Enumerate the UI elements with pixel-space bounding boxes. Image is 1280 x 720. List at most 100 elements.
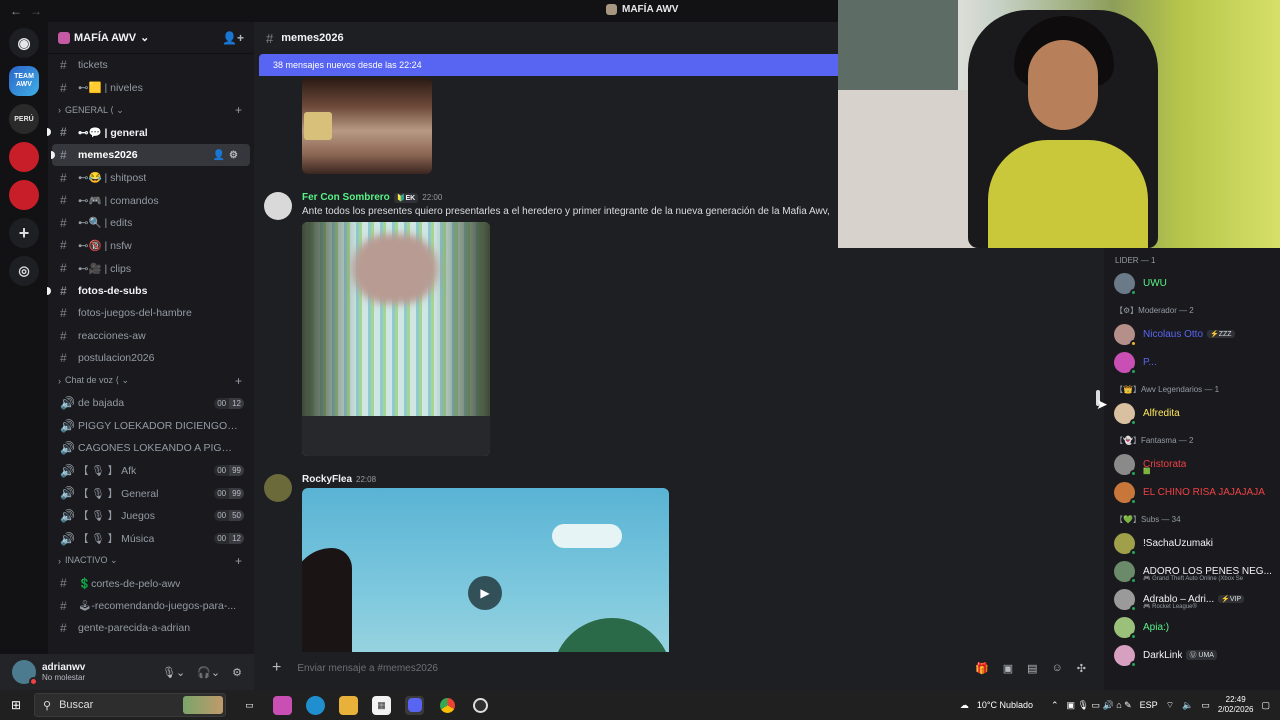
attachment-image[interactable] — [302, 78, 432, 174]
file-explorer-icon[interactable] — [339, 695, 358, 715]
channel-category[interactable]: › INACTIVO ⌄ + — [48, 550, 254, 572]
author-tag: 🔰EK — [393, 192, 419, 203]
voice-channel[interactable]: 🔊 【 🎙 】 Afk 00 99 — [48, 460, 254, 483]
server-header[interactable]: MAFÍA AWV ⌄ 👤+ — [48, 22, 254, 54]
text-channel[interactable]: # gente-parecida-a-adrian — [48, 617, 254, 640]
microphone-icon[interactable]: 🎙⌄ — [162, 666, 185, 679]
explore-icon[interactable]: ◎ — [9, 256, 39, 286]
edge-icon[interactable] — [306, 695, 325, 715]
voice-channel[interactable]: 🔊 【 🎙 】 Juegos 00 50 — [48, 505, 254, 528]
copilot-icon[interactable] — [273, 695, 292, 715]
text-channel[interactable]: # fotos-de-subs — [47, 279, 254, 302]
tray-chevron-icon[interactable]: ⌃ — [1051, 700, 1059, 711]
text-channel[interactable]: # ⊷🎮 | comandos — [48, 189, 254, 212]
discord-taskbar-icon[interactable] — [405, 695, 424, 715]
voice-channel[interactable]: 🔊 PIGGY LOEKADOR DICIENGO G... — [48, 414, 254, 437]
member-item[interactable]: ADORO LOS PENES NEG... 🎮 Grand Theft Auto… — [1104, 557, 1280, 585]
new-messages-bar[interactable]: 38 mensajes nuevos desde las 22:24 — [259, 54, 859, 76]
hash-icon: # — [60, 621, 67, 636]
text-channel[interactable]: # ⊷😂 | shitpost — [48, 166, 254, 189]
apps-icon[interactable]: ✣ — [1077, 662, 1086, 675]
user-info[interactable]: adrianwv No molestar — [42, 662, 85, 682]
channel-category[interactable]: › Chat de voz ⟨ ⌄ + — [48, 370, 254, 392]
member-item[interactable]: UWU — [1104, 269, 1280, 297]
emoji-icon[interactable]: ☺ — [1052, 662, 1063, 675]
member-item[interactable]: Cristorata 🟩 — [1104, 450, 1280, 478]
add-channel-icon[interactable]: + — [235, 554, 242, 568]
server-red-1[interactable] — [9, 142, 39, 172]
server-team-awv[interactable]: TEAM AWV — [9, 66, 39, 96]
member-item[interactable]: !SachaUzumaki — [1104, 529, 1280, 557]
video-attachment[interactable]: ▶ — [302, 488, 669, 668]
server-red-2[interactable] — [9, 180, 39, 210]
notification-icon[interactable]: ▢ — [1261, 700, 1270, 711]
text-channel[interactable]: # tickets — [48, 54, 254, 77]
member-item[interactable]: Adrablo – Adri... ⚡VIP 🎮 Rocket League® — [1104, 585, 1280, 613]
task-view-icon[interactable]: ▭ — [240, 696, 259, 715]
member-item[interactable]: DarkLink Ⓤ UMA — [1104, 641, 1280, 669]
voice-channel[interactable]: 🔊 de bajada 00 12 — [48, 392, 254, 415]
weather-text[interactable]: 10°C Nublado — [977, 700, 1033, 710]
gif-icon[interactable]: ▣ — [1003, 662, 1013, 675]
role-header: 【⚙】Moderador — 2 — [1115, 306, 1194, 315]
text-channel[interactable]: # reacciones-aw — [48, 325, 254, 348]
discord-home-icon[interactable]: ◉ — [9, 28, 39, 58]
author-avatar[interactable] — [264, 474, 292, 502]
volume-icon[interactable]: 🔈 — [1182, 700, 1193, 711]
add-channel-icon[interactable]: + — [235, 103, 242, 117]
text-channel[interactable]: # 🕹-recomendando-juegos-para-... — [48, 594, 254, 617]
member-item[interactable]: P... — [1104, 348, 1280, 376]
server-peru[interactable]: PERÚ — [9, 104, 39, 134]
status-dot-icon — [1130, 548, 1137, 556]
voice-channel[interactable]: 🔊 【 🎙 】 Música 00 12 — [48, 527, 254, 550]
tray-icons[interactable]: ▣ 🎙 ▭ 🔊 ⌂ ✎ — [1067, 700, 1132, 711]
text-channel[interactable]: # ⊷🔍 | edits — [48, 212, 254, 235]
voice-count-current: 00 — [214, 487, 230, 499]
add-member-icon[interactable]: 👤+ — [222, 31, 244, 45]
channel-category[interactable]: › GENERAL ⟨ ⌄ + — [48, 99, 254, 121]
text-channel[interactable]: # 💲cortes-de-pelo-awv — [48, 572, 254, 595]
forward-arrow-icon[interactable]: → — [30, 4, 42, 18]
text-channel[interactable]: # postulacion2026 — [48, 347, 254, 370]
composer-tools: 🎁 ▣ ▤ ☺ ✣ — [975, 662, 1086, 675]
chrome-icon[interactable] — [438, 696, 457, 715]
message-composer[interactable]: + Enviar mensaje a #memes2026 🎁 ▣ ▤ ☺ ✣ — [258, 652, 1098, 684]
avatar[interactable] — [12, 660, 38, 686]
taskbar-search[interactable]: ⚲ Buscar — [34, 693, 226, 717]
headphones-icon[interactable]: 🎧⌄ — [197, 666, 220, 679]
text-channel[interactable]: # fotos-juegos-del-hambre — [48, 302, 254, 325]
gift-icon[interactable]: 🎁 — [975, 662, 989, 675]
attachment-image[interactable] — [302, 222, 490, 456]
battery-icon[interactable]: ▭ — [1201, 700, 1210, 711]
gear-icon[interactable]: ⚙ — [232, 666, 242, 679]
voice-channel[interactable]: 🔊 【 🎙 】 General 00 99 — [48, 482, 254, 505]
screen: ← → MAFÍA AWV ◉ TEAM AWV PERÚ + ◎ MAFÍA … — [0, 0, 1280, 720]
obs-icon[interactable] — [471, 696, 490, 715]
language-indicator[interactable]: ESP — [1140, 700, 1158, 710]
windows-start-icon[interactable]: ⊞ — [0, 690, 32, 720]
store-icon[interactable]: ▦ — [372, 695, 391, 715]
text-channel[interactable]: # ⊷🎥 | clips — [48, 257, 254, 280]
author-avatar[interactable] — [264, 192, 292, 220]
member-item[interactable]: Alfredita — [1104, 399, 1280, 427]
author-name[interactable]: RockyFlea — [302, 474, 352, 485]
member-item[interactable]: Nicolaus Otto ⚡ZZZ — [1104, 320, 1280, 348]
voice-channel[interactable]: 🔊 CAGONES LOKEANDO A PIGGY ... — [48, 437, 254, 460]
network-icon[interactable]: ⌔ — [1166, 700, 1174, 711]
text-channel[interactable]: # ⊷🟨 | niveles — [48, 77, 254, 100]
add-server-icon[interactable]: + — [9, 218, 39, 248]
text-channel[interactable]: # ⊷🔞 | nsfw — [48, 234, 254, 257]
channel-settings-icon[interactable]: 👤⚙ — [213, 150, 242, 161]
new-messages-text: 38 mensajes nuevos desde las 22:24 — [273, 60, 422, 70]
back-arrow-icon[interactable]: ← — [10, 4, 22, 18]
add-channel-icon[interactable]: + — [235, 374, 242, 388]
add-attachment-icon[interactable]: + — [272, 659, 281, 677]
text-channel[interactable]: # ⊷💬 | general — [47, 121, 254, 144]
sticker-icon[interactable]: ▤ — [1027, 662, 1037, 675]
text-channel[interactable]: # memes2026 👤⚙ — [51, 143, 250, 167]
member-item[interactable]: EL CHINO RISA JAJAJAJA — [1104, 478, 1280, 506]
play-icon[interactable]: ▶ — [468, 576, 502, 610]
member-item[interactable]: Apia:) — [1104, 613, 1280, 641]
clock[interactable]: 22:49 2/02/2026 — [1218, 695, 1254, 715]
author-name[interactable]: Fer Con Sombrero — [302, 192, 390, 203]
